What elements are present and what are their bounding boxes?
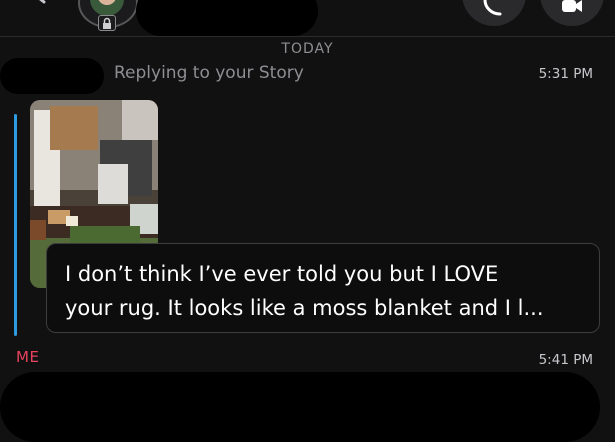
day-separator: TODAY	[281, 41, 334, 57]
video-call-icon	[562, 0, 582, 12]
video-call-button[interactable]	[540, 0, 604, 26]
lock-icon	[98, 15, 116, 31]
redacted-message-content	[0, 372, 600, 442]
reply-context-label: Replying to your Story	[114, 63, 304, 83]
header-divider	[0, 36, 615, 37]
redacted-sender-name	[0, 58, 104, 94]
message-bubble[interactable]: I don’t think I’ve ever told you but I L…	[46, 243, 600, 333]
redacted-contact-name	[136, 0, 318, 36]
sender-label-me: ME	[16, 348, 40, 366]
message-timestamp: 5:31 PM	[538, 66, 593, 82]
message-text-line-1: I don’t think I’ve ever told you but I L…	[65, 262, 499, 286]
reply-indicator-bar	[14, 114, 17, 336]
back-chevron-icon[interactable]	[28, 0, 58, 8]
chat-header	[0, 0, 615, 36]
message-timestamp: 5:41 PM	[538, 352, 593, 368]
message-text-line-2: your rug. It looks like a moss blanket a…	[65, 296, 544, 320]
phone-call-button[interactable]	[462, 0, 526, 26]
phone-icon	[483, 0, 502, 16]
bitmoji-avatar-icon	[90, 0, 124, 16]
